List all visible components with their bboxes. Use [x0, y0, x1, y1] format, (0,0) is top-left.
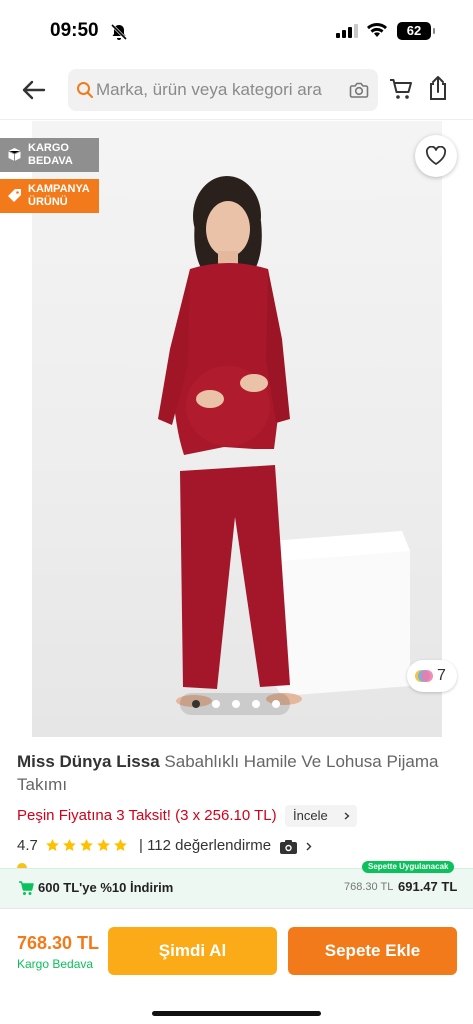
color-circles-icon — [415, 670, 433, 682]
star-icon — [97, 839, 110, 851]
signal-icon — [336, 24, 358, 38]
buy-now-button[interactable]: Şimdi Al — [108, 927, 277, 975]
search-bar[interactable] — [68, 69, 378, 111]
product-brand[interactable]: Miss Dünya Lissa — [17, 752, 160, 771]
search-header — [0, 62, 473, 120]
price: 768.30 TL — [17, 933, 100, 953]
bell-muted-icon — [110, 23, 128, 41]
battery-indicator: 62 — [397, 22, 435, 40]
chevron-right-icon — [344, 812, 350, 820]
camera-icon — [280, 840, 297, 854]
star-icon — [114, 839, 127, 851]
star-icon — [63, 839, 76, 851]
campaign-badge: KAMPANYA ÜRÜNÜ — [0, 179, 99, 213]
box-icon — [8, 148, 21, 161]
applied-in-cart-badge: Sepette Uygulanacak — [362, 861, 455, 873]
add-to-cart-button[interactable]: Sepete Ekle — [288, 927, 457, 975]
product-photo — [158, 176, 410, 707]
share-icon[interactable] — [426, 74, 450, 102]
carousel-dot[interactable] — [252, 700, 260, 708]
cart-discount-bar[interactable]: 600 TL'ye %10 İndirim 768.30 TL 691.47 T… — [0, 868, 473, 908]
discount-text: 600 TL'ye %10 İndirim — [38, 880, 174, 895]
free-shipping-label: KARGO BEDAVA — [28, 142, 73, 167]
campaign-label: KAMPANYA ÜRÜNÜ — [28, 183, 90, 208]
back-arrow-icon[interactable] — [20, 76, 48, 104]
free-shipping-badge: KARGO BEDAVA — [0, 138, 99, 172]
search-input[interactable] — [96, 69, 336, 111]
purchase-bar: 768.30 TL Kargo Bedava Şimdi Al Sepete E… — [0, 908, 473, 1024]
carousel-dot[interactable] — [272, 700, 280, 708]
incele-button[interactable]: İncele — [285, 805, 357, 827]
camera-search-icon[interactable] — [348, 79, 370, 101]
cart-icon[interactable] — [388, 76, 414, 102]
tag-icon — [8, 189, 21, 202]
cart-icon — [19, 881, 34, 895]
star-icon — [80, 839, 93, 851]
review-count-link[interactable]: | 112 değerlendirme — [139, 837, 271, 854]
carousel-dot[interactable] — [212, 700, 220, 708]
favorite-button[interactable] — [415, 135, 457, 177]
incele-label: İncele — [293, 808, 328, 823]
carousel-dot[interactable] — [192, 700, 200, 708]
carousel-dot[interactable] — [232, 700, 240, 708]
chevron-right-icon — [306, 842, 312, 851]
product-image[interactable] — [32, 121, 442, 737]
status-bar: 09:50 62 — [0, 0, 473, 62]
installment-text: Peşin Fiyatına 3 Taksit! (3 x 256.10 TL) — [17, 807, 277, 824]
rating-row[interactable]: 4.7 | 112 değerlendirme — [17, 836, 457, 858]
wifi-icon — [367, 23, 387, 37]
image-carousel-dots[interactable] — [180, 693, 290, 715]
rating-value: 4.7 — [17, 837, 38, 854]
rating-stars — [45, 838, 130, 858]
discounted-price: 691.47 TL — [398, 879, 458, 894]
variant-count: 7 — [437, 667, 446, 684]
color-variants-button[interactable]: 7 — [407, 660, 457, 692]
status-time: 09:50 — [50, 20, 99, 41]
original-price: 768.30 TL — [344, 881, 394, 893]
search-icon — [77, 82, 93, 98]
shipping-info: Kargo Bedava — [17, 957, 94, 971]
product-title: Miss Dünya Lissa Sabahlıklı Hamile Ve Lo… — [17, 750, 457, 796]
installment-row: Peşin Fiyatına 3 Taksit! (3 x 256.10 TL)… — [17, 805, 357, 827]
home-indicator[interactable] — [152, 1011, 321, 1016]
star-icon — [46, 839, 59, 851]
heart-icon — [425, 146, 447, 165]
